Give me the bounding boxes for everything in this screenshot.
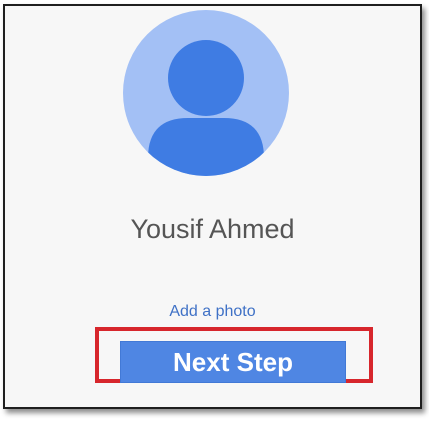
avatar — [123, 10, 289, 176]
user-name: Yousif Ahmed — [130, 214, 295, 244]
profile-card: Yousif Ahmed Add a photo Next Step — [3, 4, 422, 409]
person-silhouette-icon — [148, 40, 264, 176]
add-photo-link[interactable]: Add a photo — [5, 302, 420, 322]
next-step-button[interactable]: Next Step — [120, 341, 346, 383]
